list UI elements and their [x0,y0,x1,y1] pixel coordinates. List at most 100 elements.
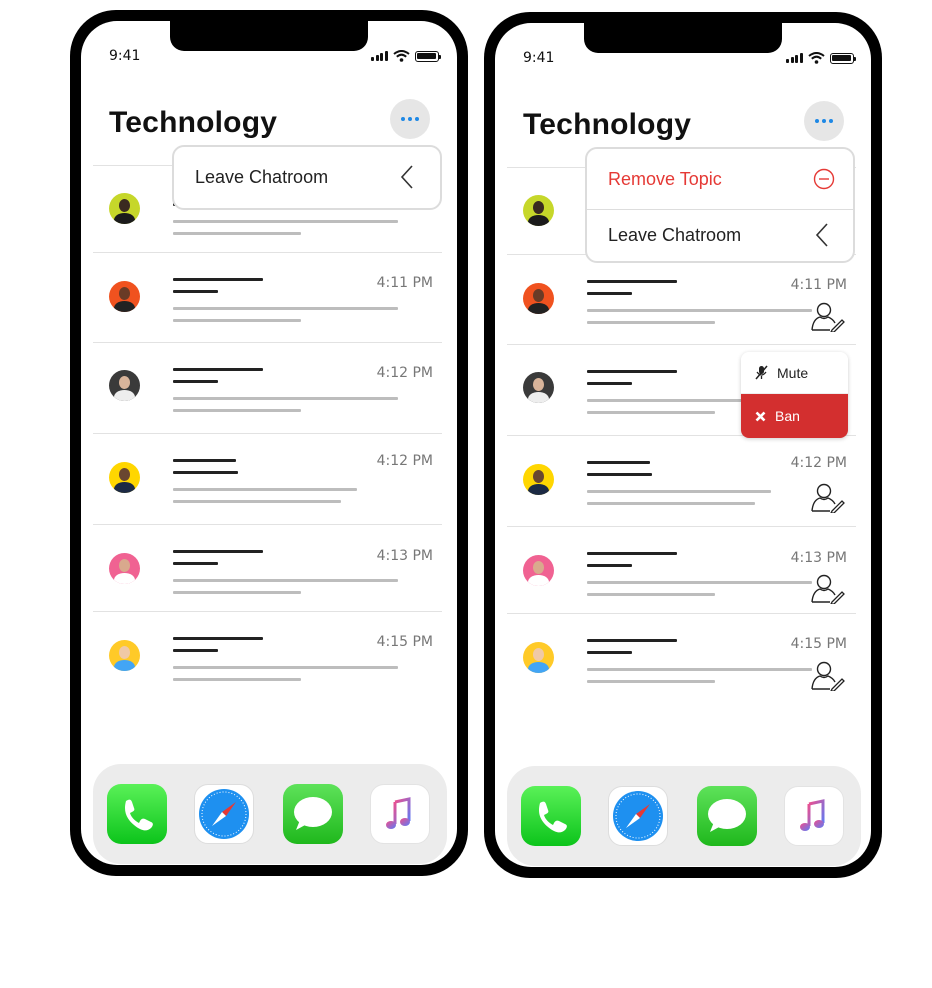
avatar [523,555,554,586]
safari-app-icon[interactable] [608,786,668,846]
message-title-placeholder [587,461,650,464]
message-title-placeholder [173,562,218,565]
mute-mic-icon [755,365,768,380]
chat-row[interactable]: 4:15 PM [507,613,856,704]
message-title-placeholder [173,471,238,474]
message-preview-placeholder [173,579,398,582]
battery-icon [829,52,856,64]
message-preview-placeholder [173,500,341,503]
message-title-placeholder [173,637,263,640]
user-edit-icon[interactable] [811,661,845,696]
chat-row[interactable]: 4:12 PM [93,342,442,434]
remove-topic-item[interactable]: Remove Topic [587,149,853,210]
member-context-menu: Mute Ban [741,352,848,438]
music-app-icon[interactable] [784,786,844,846]
chatroom-options-popup: Leave Chatroom [172,145,442,210]
message-title-placeholder [587,639,677,642]
leave-chatroom-label: Leave Chatroom [608,225,742,245]
chat-row[interactable]: 4:11 PM [507,254,856,345]
avatar [523,195,554,226]
leave-chatroom-item[interactable]: Leave Chatroom [174,147,440,208]
app-dock [507,766,861,866]
avatar [109,281,140,312]
avatar [109,462,140,493]
wifi-icon [392,50,410,62]
close-icon [755,411,766,421]
message-title-placeholder [173,290,218,293]
more-options-button[interactable] [390,99,430,139]
chatroom-options-popup: Remove Topic Leave Chatroom [585,147,855,263]
mute-menu-item[interactable]: Mute [741,352,848,394]
leave-chatroom-label: Leave Chatroom [195,167,329,187]
chat-row[interactable]: 4:12 PM [93,433,442,525]
phone-app-icon[interactable] [107,784,167,844]
message-title-placeholder [587,651,632,654]
message-preview-placeholder [587,680,715,683]
leave-chatroom-item[interactable]: Leave Chatroom [587,210,853,261]
message-preview-placeholder [173,591,301,594]
battery-icon [414,50,441,62]
message-preview-placeholder [587,309,812,312]
left-screen: 9:41 Technology 4:11 PM 4:12 PM 4:12 PM 4:1… [81,21,457,865]
message-title-placeholder [173,649,218,652]
message-preview-placeholder [173,220,398,223]
message-preview-placeholder [173,232,301,235]
message-time: 4:12 PM [376,453,433,469]
page-title: Technology [523,108,692,141]
avatar [109,553,140,584]
message-title-placeholder [587,473,652,476]
message-title-placeholder [173,368,263,371]
notch [584,23,782,53]
notch [170,21,368,51]
messages-app-icon[interactable] [697,786,757,846]
user-edit-icon[interactable] [811,574,845,609]
message-title-placeholder [173,459,236,462]
mute-label: Mute [777,364,809,381]
avatar [523,464,554,495]
message-preview-placeholder [587,593,715,596]
message-preview-placeholder [173,307,398,310]
chevron-left-icon [815,223,828,247]
music-app-icon[interactable] [370,784,430,844]
user-edit-icon[interactable] [811,302,845,337]
message-preview-placeholder [173,409,301,412]
message-time: 4:13 PM [376,548,433,564]
message-time: 4:15 PM [376,634,433,650]
ban-menu-item[interactable]: Ban [741,394,848,438]
right-phone: 9:41 Technology 4:11 PM 4:12 PM 4:13 PM 4:1… [484,12,882,878]
app-dock [93,764,447,864]
avatar [109,370,140,401]
chat-row[interactable]: 4:13 PM [93,524,442,612]
user-edit-icon[interactable] [811,483,845,518]
chat-row[interactable]: 4:15 PM [93,611,442,702]
status-icons [371,50,441,62]
phone-app-icon[interactable] [521,786,581,846]
remove-circle-icon [813,168,835,190]
message-title-placeholder [587,280,677,283]
message-preview-placeholder [587,490,771,493]
message-preview-placeholder [173,319,301,322]
message-time: 4:11 PM [376,275,433,291]
chevron-left-icon [400,165,413,189]
message-title-placeholder [587,382,632,385]
chat-row[interactable]: 4:11 PM [93,252,442,343]
page-title: Technology [109,106,278,139]
avatar [109,193,140,224]
message-time: 4:13 PM [790,550,847,566]
message-title-placeholder [587,292,632,295]
wifi-icon [807,52,825,64]
message-title-placeholder [173,278,263,281]
message-preview-placeholder [587,321,715,324]
avatar [109,640,140,671]
avatar [523,372,554,403]
message-title-placeholder [587,370,677,373]
more-options-button[interactable] [804,101,844,141]
safari-app-icon[interactable] [194,784,254,844]
messages-app-icon[interactable] [283,784,343,844]
chat-row[interactable]: 4:12 PM [507,435,856,527]
ban-label: Ban [775,408,800,424]
chat-row[interactable]: 4:13 PM [507,526,856,614]
message-preview-placeholder [587,581,812,584]
remove-topic-label: Remove Topic [608,168,722,189]
message-preview-placeholder [587,411,715,414]
